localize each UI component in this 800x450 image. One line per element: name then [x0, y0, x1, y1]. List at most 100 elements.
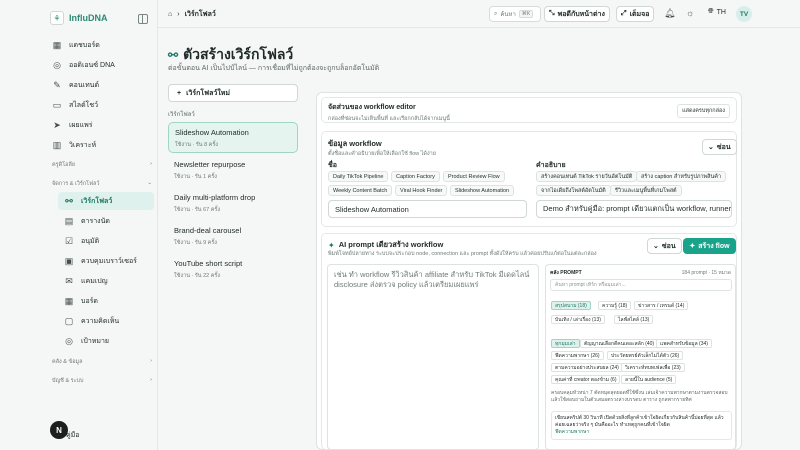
hide-info-button[interactable]: ⌄ ซ่อน — [702, 139, 737, 155]
hide-label: ซ่อน — [716, 143, 731, 151]
name-suggestion-chip[interactable]: Viral Hook Finder — [395, 185, 448, 196]
nav-item-audience-dna[interactable]: ◎ ออดิเอนซ์ DNA — [46, 56, 154, 74]
nav-item-slideshow[interactable]: ▭ สไลด์โชว์ — [46, 96, 154, 114]
nav-item-publish[interactable]: ➤ เผยแพร่ — [46, 116, 154, 134]
language-switch[interactable]: 🌐︎ TH — [708, 8, 726, 16]
workflow-info-card: ข้อมูล workflow ตั้งชื่อและคำอธิบายเพื่อ… — [321, 131, 737, 227]
workflow-meta: ใช้งาน · รัน 67 ครั้ง — [174, 207, 221, 213]
page-subtitle: ต่อขั้นตอน AI เป็นไปป์ไลน์ — การเชื่อมที… — [168, 65, 380, 72]
mail-icon: ✉ — [65, 275, 73, 286]
library-category[interactable]: สรุปสนาม (18) — [551, 301, 591, 310]
nav-label: สไลด์โชว์ — [69, 101, 99, 109]
fit-window-label: พอดีกับหน้าต่าง — [557, 10, 605, 18]
desc-suggestion-chip[interactable]: สร้างคอนเทนต์ TikTok รายวันอัตโนมัติ — [536, 171, 638, 182]
chevron-down-icon: ⌄ — [653, 243, 659, 250]
library-tag[interactable]: ทุกมุมเล่า — [551, 339, 580, 348]
library-tag[interactable]: ลายนี้ใน audience (5) — [621, 375, 677, 384]
chevron-down-icon: ⌄ — [708, 144, 714, 151]
name-suggestion-chip[interactable]: Slideshow Automation — [450, 185, 515, 196]
nav-item-dashboard[interactable]: ▦ แดชบอร์ด — [46, 36, 154, 54]
desc-suggestion-chip[interactable]: รีวิวและเมนูพื้นที่เกมโพสต์ — [610, 185, 682, 196]
name-suggestion-chip[interactable]: Caption Factory — [391, 171, 440, 182]
library-tag[interactable]: คุณค่าที่ creator ตองข้าม (6) — [551, 375, 621, 384]
nav-item-board[interactable]: ▦ บอร์ด — [58, 292, 154, 310]
nav-item-schedule[interactable]: ▤ ตารางนัด — [58, 212, 154, 230]
show-all-boxes-button[interactable]: แสดงครบทุกกล่อง — [677, 104, 730, 118]
sidebar: ⚘ InfluDNA ▦ แดชบอร์ด ◎ ออดิเอนซ์ DNA ✎ … — [0, 0, 158, 450]
section-data[interactable]: คลัง & ข้อมูล › — [52, 358, 152, 366]
chart-icon: ▥ — [52, 139, 62, 150]
name-label: ชื่อ — [328, 162, 337, 169]
workflow-meta: ใช้งาน · รัน 1 ครั้ง — [174, 174, 217, 180]
new-workflow-button[interactable]: + เวิร์กโฟลว์ใหม่ — [168, 84, 298, 102]
fit-window-button[interactable]: ⤡ พอดีกับหน้าต่าง — [544, 6, 610, 22]
content-icon: ✎ — [53, 79, 61, 90]
workflow-item[interactable]: YouTube short script ใช้งาน · รัน 22 ครั… — [168, 254, 298, 285]
library-category[interactable]: ความรู้ (18) — [598, 301, 632, 310]
library-tag[interactable]: วิเคราะห์ทบทเฟลเพื่อ (23) — [621, 363, 685, 372]
bell-icon[interactable]: 🔔︎ — [664, 8, 675, 19]
nav-label: บอร์ด — [81, 297, 98, 305]
desc-suggestion-chip[interactable]: สร้าง caption สำหรับรูปภาพสินค้า — [636, 171, 727, 182]
workflow-item[interactable]: Brand-deal carousel ใช้งาน · รัน 9 ครั้ง — [168, 221, 298, 252]
brand-name: InfluDNA — [69, 13, 108, 23]
send-icon: ➤ — [53, 119, 61, 130]
nav-item-comments[interactable]: ▢ ความคิดเห็น — [58, 312, 154, 330]
prompt-textarea[interactable]: เช่น ทำ workflow รีวิวสินค้า affiliate ส… — [327, 264, 539, 450]
nav-item-goals[interactable]: ◎ เป้าหมาย — [58, 332, 154, 350]
nav-item-browser[interactable]: ▣ ควบคุมเบราว์เซอร์ — [58, 252, 154, 270]
help-link[interactable]: คู่มือ — [66, 430, 80, 441]
prompt-card-text: เขียนสคริปต์ 30 วินาที เปิดด้วยสิ่งที่ลู… — [555, 415, 724, 428]
library-tag[interactable]: ฟีดความพากษา (26) — [551, 351, 604, 360]
breadcrumb: ⌂ › เวิร์กโฟลว์ — [168, 9, 216, 20]
brand-logo[interactable]: ⚘ InfluDNA — [50, 11, 108, 25]
sun-icon[interactable]: ☼ — [686, 8, 694, 18]
brand-mark-icon: ⚘ — [50, 11, 64, 25]
hide-ai-button[interactable]: ⌄ ซ่อน — [647, 238, 682, 254]
name-suggestion-chip[interactable]: Weekly Content Batch — [328, 185, 393, 196]
library-category[interactable]: บันเทิง / เล่าเรื่อง (13) — [551, 315, 605, 324]
sidebar-collapse-icon[interactable] — [138, 14, 148, 24]
user-avatar-top[interactable]: TV — [736, 6, 752, 22]
section-automation[interactable]: จัดการ & เวิร์กโฟลว์ ⌄ — [52, 180, 152, 188]
name-suggestion-chip[interactable]: Daily TikTok Pipeline — [328, 171, 389, 182]
nav-label: อนุมัติ — [81, 237, 100, 245]
clipboard-icon: ☑ — [64, 235, 74, 246]
nav-item-approve[interactable]: ☑ อนุมัติ — [58, 232, 154, 250]
library-tag[interactable]: ประวัตยพรย์ตัวเล็กไม่ได้ตัว (26) — [607, 351, 684, 360]
nav-item-campaign[interactable]: ✉ แคมเปญ — [58, 272, 154, 290]
workflow-item[interactable]: Slideshow Automation ใช้งาน · รัน 8 ครั้… — [168, 122, 298, 153]
library-tag[interactable]: แพคสำหรับข้อมูล (34) — [656, 339, 712, 348]
workflow-description-input[interactable]: Demo สำหรับคู่มือ: prompt เดียวแตกเป็น w… — [536, 200, 732, 218]
language-label: TH — [716, 8, 726, 16]
nav-item-content[interactable]: ✎ คอนเทนต์ — [46, 76, 154, 94]
library-category[interactable]: ข่าวสาร / เทรนด์ (14) — [634, 301, 689, 310]
workflow-name: Daily multi-platform drop — [174, 193, 256, 202]
workflow-item[interactable]: Newsletter repurpose ใช้งาน · รัน 1 ครั้… — [168, 155, 298, 186]
section-account[interactable]: บัญชี & ระบบ › — [52, 377, 152, 385]
prompt-library: คลัง PROMPT 184 prompt · 15 หมวด ค้นหา p… — [545, 264, 736, 450]
search-input[interactable]: ⌕ ค้นหา ⌘K — [489, 6, 541, 22]
desc-suggestion-chip[interactable]: จากไอเดียถึงโพสต์อัตโนมัติ — [536, 185, 611, 196]
search-icon: ⌕ — [494, 10, 498, 17]
library-tag[interactable]: ตัญญาณเลือกดีคนเดอะสลัก (40) — [580, 339, 659, 348]
library-tag[interactable]: ตามความอย่างประสบผล (24) — [551, 363, 623, 372]
nav-item-analytics[interactable]: ▥ วิเคราะห์ — [46, 136, 154, 154]
workflow-meta: ใช้งาน · รัน 9 ครั้ง — [174, 240, 217, 246]
nav-label: แดชบอร์ด — [69, 41, 100, 49]
library-category[interactable]: ไลฟ์สไตล์ (13) — [614, 315, 654, 324]
nav-item-workflow[interactable]: ⚯ เวิร์กโฟลว์ — [58, 192, 154, 210]
workflow-item[interactable]: Daily multi-platform drop ใช้งาน · รัน 6… — [168, 188, 298, 219]
create-flow-button[interactable]: ✦ สร้าง flow — [683, 238, 736, 254]
library-search-input[interactable]: ค้นหา prompt เทิร์ก หรือมุมเล่า... — [550, 279, 732, 291]
library-note: ครอบคลุมหัวหน่า 7 ตัดหมุดสุดยอดที่ใช้ซึ่… — [551, 390, 728, 403]
prompt-card[interactable]: เขียนสคริปต์ 30 วินาที เปิดด้วยสิ่งที่ลู… — [551, 411, 732, 440]
fullscreen-button[interactable]: ⤢ เต็มจอ — [616, 6, 655, 22]
slides-icon: ▭ — [52, 99, 62, 110]
name-suggestion-chip[interactable]: Product Review Flow — [443, 171, 505, 182]
workflow-name-input[interactable]: Slideshow Automation — [328, 200, 527, 218]
workflow-name: YouTube short script — [174, 259, 243, 268]
section-label: คลัง & ข้อมูล — [52, 359, 83, 365]
home-icon[interactable]: ⌂ — [168, 11, 172, 18]
section-lab[interactable]: ครูดิโอลีย › — [52, 161, 152, 169]
